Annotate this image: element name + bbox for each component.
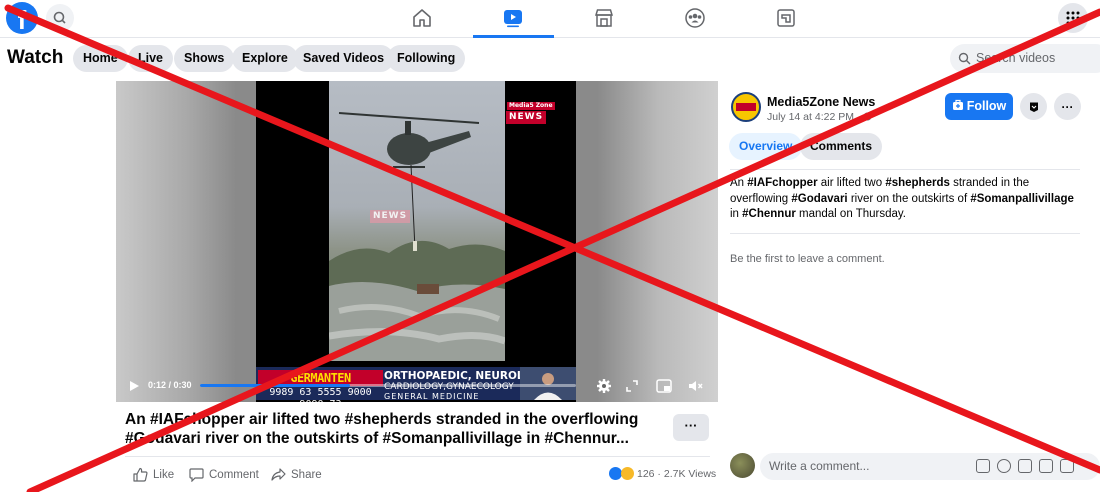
- comment-button[interactable]: Comment: [189, 467, 259, 482]
- post-description: An #IAFchopper air lifted two #shepherds…: [730, 176, 1085, 223]
- gear-icon: [597, 379, 611, 393]
- globe-icon: [863, 112, 872, 121]
- pill-shows[interactable]: Shows: [174, 45, 235, 72]
- post-date-text: July 14 at 4:22 PM ·: [767, 111, 864, 123]
- video-time: 0:12 / 0:30: [148, 380, 192, 390]
- gif-icon[interactable]: [1039, 459, 1053, 473]
- fullscreen-button[interactable]: [622, 376, 642, 396]
- pill-home[interactable]: Home: [73, 45, 128, 72]
- video-progress-fill: [200, 384, 351, 387]
- tab-overview[interactable]: Overview: [729, 133, 803, 160]
- pip-button[interactable]: [654, 376, 674, 396]
- pill-following[interactable]: Following: [387, 45, 466, 72]
- empty-comments-message: Be the first to leave a comment.: [730, 253, 885, 265]
- page-name[interactable]: Media5Zone News: [767, 95, 875, 109]
- like-label: Like: [153, 468, 175, 481]
- mute-button[interactable]: [686, 376, 706, 396]
- pill-live[interactable]: Live: [128, 45, 174, 72]
- video-caption: An #IAFchopper air lifted two #shepherds…: [125, 411, 639, 447]
- play-icon: [130, 381, 139, 391]
- nav-marketplace[interactable]: [590, 4, 618, 32]
- comment-placeholder: Write a comment...: [769, 459, 870, 473]
- tabs-divider: [730, 169, 1080, 170]
- watch-icon: [504, 10, 522, 28]
- description-text: river on the outskirts of: [847, 192, 971, 205]
- grid-menu-icon: [1066, 11, 1080, 25]
- pill-explore[interactable]: Explore: [232, 45, 298, 72]
- post-date[interactable]: July 14 at 4:22 PM ·: [767, 111, 872, 123]
- search-button[interactable]: [46, 4, 74, 32]
- video-controls: 0:12 / 0:30: [116, 371, 718, 402]
- description-divider: [730, 233, 1080, 234]
- video-player[interactable]: NEWS Media5 Zone NEWS GERMANTEN HOSPITAL…: [116, 81, 718, 402]
- active-tab-indicator: [473, 35, 554, 38]
- caption-more-button[interactable]: ···: [673, 414, 709, 441]
- avatar-sticker-icon[interactable]: [976, 459, 990, 473]
- comment-icon: [189, 468, 204, 482]
- news-logo-badge: NEWS: [506, 111, 547, 124]
- page-avatar[interactable]: [731, 92, 761, 122]
- gaming-icon: [777, 9, 795, 27]
- sticker-icon[interactable]: [1060, 459, 1074, 473]
- share-button[interactable]: Share: [271, 467, 322, 482]
- watch-title: Watch: [7, 47, 64, 68]
- reaction-stats: 126 · 2.7K Views: [637, 467, 717, 480]
- search-icon: [53, 11, 66, 24]
- picture-in-picture-icon: [656, 379, 672, 393]
- hashtag[interactable]: #IAFchopper: [747, 177, 817, 189]
- nav-gaming[interactable]: [772, 4, 800, 32]
- share-label: Share: [291, 468, 322, 481]
- volume-muted-icon: [689, 381, 703, 391]
- caption-divider: [125, 456, 710, 457]
- nav-home[interactable]: [408, 4, 436, 32]
- nav-groups[interactable]: [681, 4, 709, 32]
- video-progress-bar[interactable]: [200, 384, 576, 387]
- groups-icon: [685, 8, 705, 28]
- video-frame: [329, 81, 505, 361]
- hashtag[interactable]: #Chennur: [742, 208, 796, 220]
- play-button[interactable]: [124, 376, 144, 396]
- hashtag[interactable]: #Godavari: [791, 193, 847, 205]
- home-icon: [413, 9, 431, 27]
- like-button[interactable]: Like: [133, 467, 174, 482]
- follow-button[interactable]: Follow: [945, 93, 1013, 120]
- page-avatar-mark: [736, 103, 756, 111]
- comment-label: Comment: [209, 468, 259, 481]
- hashtag[interactable]: #Somanpallivillage: [970, 193, 1074, 205]
- settings-button[interactable]: [594, 376, 614, 396]
- expand-icon: [626, 380, 638, 392]
- bookmark-icon: [1029, 102, 1038, 112]
- pill-saved-videos[interactable]: Saved Videos: [293, 45, 395, 72]
- search-videos-placeholder: Search videos: [976, 51, 1056, 65]
- news-watermark: NEWS: [370, 210, 411, 223]
- current-user-avatar[interactable]: [730, 453, 755, 478]
- emoji-icon[interactable]: [997, 459, 1011, 473]
- follow-icon: [952, 99, 963, 110]
- search-icon: [958, 52, 971, 65]
- tab-comments[interactable]: Comments: [800, 133, 883, 160]
- description-text: air lifted two: [817, 177, 886, 189]
- nav-watch[interactable]: [499, 4, 527, 32]
- sad-reaction-icon: [621, 467, 634, 480]
- comment-tools: [976, 459, 1074, 473]
- marketplace-icon: [594, 9, 614, 27]
- description-text: mandal on Thursday.: [795, 208, 906, 220]
- menu-button[interactable]: [1058, 3, 1088, 33]
- search-videos-input[interactable]: Search videos: [950, 44, 1100, 73]
- hashtag[interactable]: #shepherds: [885, 177, 950, 189]
- description-text: in: [730, 208, 743, 220]
- share-icon: [271, 468, 286, 481]
- like-icon: [133, 467, 148, 482]
- facebook-logo[interactable]: f: [6, 2, 38, 34]
- top-navigation: f: [0, 0, 1100, 38]
- helicopter-scene: [329, 112, 505, 361]
- news-logo-brand: Media5 Zone: [507, 102, 555, 110]
- follow-label: Follow: [966, 99, 1007, 113]
- panel-more-button[interactable]: ···: [1054, 93, 1081, 120]
- camera-icon[interactable]: [1018, 459, 1032, 473]
- description-text: An: [730, 177, 748, 189]
- save-button[interactable]: [1020, 93, 1047, 120]
- reaction-summary[interactable]: 126 · 2.7K Views: [609, 467, 716, 480]
